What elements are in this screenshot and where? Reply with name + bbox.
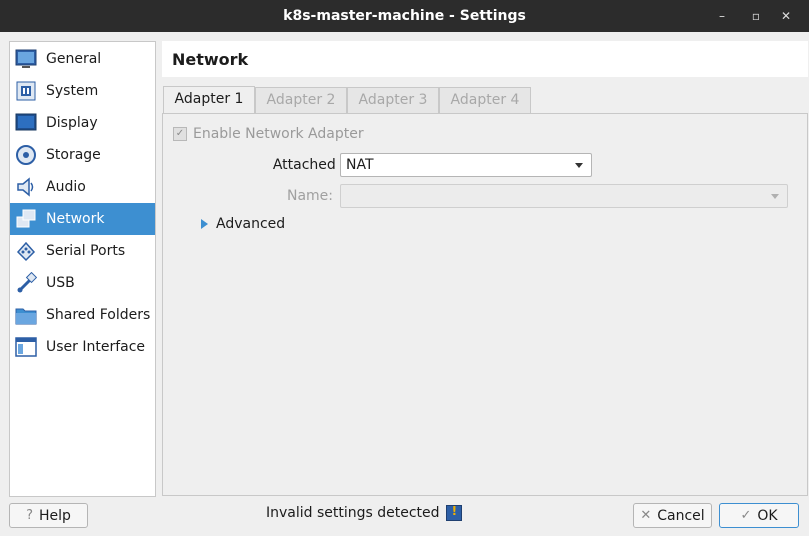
- chevron-down-icon: [575, 163, 583, 168]
- ok-button-label: OK: [757, 507, 778, 524]
- sidebar-item-shared-folders[interactable]: Shared Folders: [10, 299, 155, 331]
- usb-icon: [14, 271, 38, 295]
- sidebar-item-label: User Interface: [46, 339, 146, 355]
- expand-arrow-icon: [201, 219, 208, 229]
- tab-adapter-2[interactable]: Adapter 2: [255, 87, 347, 113]
- window-title: k8s-master-machine - Settings: [283, 8, 526, 24]
- sidebar-item-audio[interactable]: Audio: [10, 171, 155, 203]
- ok-button[interactable]: ✓ OK: [719, 503, 799, 528]
- sidebar-item-serial-ports[interactable]: Serial Ports: [10, 235, 155, 267]
- minimize-icon[interactable]: –: [714, 8, 730, 24]
- cancel-button-label: Cancel: [657, 507, 705, 524]
- title-bar: k8s-master-machine - Settings – ▫ ✕: [0, 0, 809, 32]
- sidebar-item-label: General: [46, 51, 102, 67]
- sidebar-item-label: Shared Folders: [46, 307, 151, 323]
- sidebar-item-general[interactable]: General: [10, 43, 155, 75]
- help-icon: ?: [26, 508, 33, 523]
- sidebar-item-storage[interactable]: Storage: [10, 139, 155, 171]
- enable-adapter-label: Enable Network Adapter: [193, 126, 364, 142]
- storage-icon: [14, 143, 38, 167]
- settings-sidebar: General System Display Storage Audio Net…: [9, 41, 156, 497]
- attached-to-label: Attached to:: [272, 157, 359, 173]
- sidebar-item-system[interactable]: System: [10, 75, 155, 107]
- advanced-toggle[interactable]: Advanced: [201, 216, 285, 232]
- sidebar-item-display[interactable]: Display: [10, 107, 155, 139]
- sidebar-item-label: Serial Ports: [46, 243, 126, 259]
- user-interface-icon: [14, 335, 38, 359]
- sidebar-item-label: Display: [46, 115, 98, 131]
- attached-to-value: NAT: [346, 157, 374, 173]
- validation-status: Invalid settings detected: [266, 504, 462, 521]
- page-header: Network: [162, 41, 808, 77]
- shared-folders-icon: [14, 303, 38, 327]
- status-text: Invalid settings detected: [266, 505, 440, 521]
- audio-icon: [14, 175, 38, 199]
- sidebar-item-user-interface[interactable]: User Interface: [10, 331, 155, 363]
- sidebar-item-label: System: [46, 83, 99, 99]
- sidebar-item-label: Audio: [46, 179, 86, 195]
- adapter-panel: ✓ Enable Network Adapter Attached to: NA…: [162, 113, 808, 496]
- sidebar-item-network[interactable]: Network: [10, 203, 155, 235]
- close-icon[interactable]: ✕: [778, 8, 794, 24]
- enable-adapter-checkbox[interactable]: ✓: [173, 127, 187, 141]
- help-button-label: Help: [38, 507, 71, 524]
- tab-adapter-3[interactable]: Adapter 3: [347, 87, 439, 113]
- sidebar-item-label: Storage: [46, 147, 101, 163]
- advanced-label: Advanced: [216, 216, 286, 232]
- settings-content: Network Adapter 1 Adapter 2 Adapter 3 Ad…: [162, 41, 808, 496]
- page-title: Network: [172, 50, 249, 69]
- help-button[interactable]: ? Help: [9, 503, 88, 528]
- network-icon: [14, 207, 38, 231]
- tab-adapter-4[interactable]: Adapter 4: [439, 87, 531, 113]
- warning-icon[interactable]: [445, 504, 462, 521]
- sidebar-item-usb[interactable]: USB: [10, 267, 155, 299]
- serial-ports-icon: [14, 239, 38, 263]
- maximize-icon[interactable]: ▫: [748, 8, 764, 24]
- enable-adapter-row: ✓ Enable Network Adapter: [173, 126, 364, 142]
- cancel-button[interactable]: ✕ Cancel: [633, 503, 712, 528]
- sidebar-item-label: USB: [46, 275, 75, 291]
- cancel-icon: ✕: [640, 508, 652, 523]
- display-icon: [14, 111, 38, 135]
- adapter-tabs: Adapter 1 Adapter 2 Adapter 3 Adapter 4: [162, 86, 808, 114]
- tab-adapter-1[interactable]: Adapter 1: [163, 86, 255, 114]
- attached-to-select[interactable]: NAT: [340, 153, 592, 177]
- name-select[interactable]: [340, 184, 788, 208]
- general-icon: [14, 47, 38, 71]
- sidebar-item-label: Network: [46, 211, 105, 227]
- name-label: Name:: [286, 188, 333, 204]
- system-icon: [14, 79, 38, 103]
- chevron-down-icon: [771, 194, 779, 199]
- ok-icon: ✓: [740, 508, 752, 523]
